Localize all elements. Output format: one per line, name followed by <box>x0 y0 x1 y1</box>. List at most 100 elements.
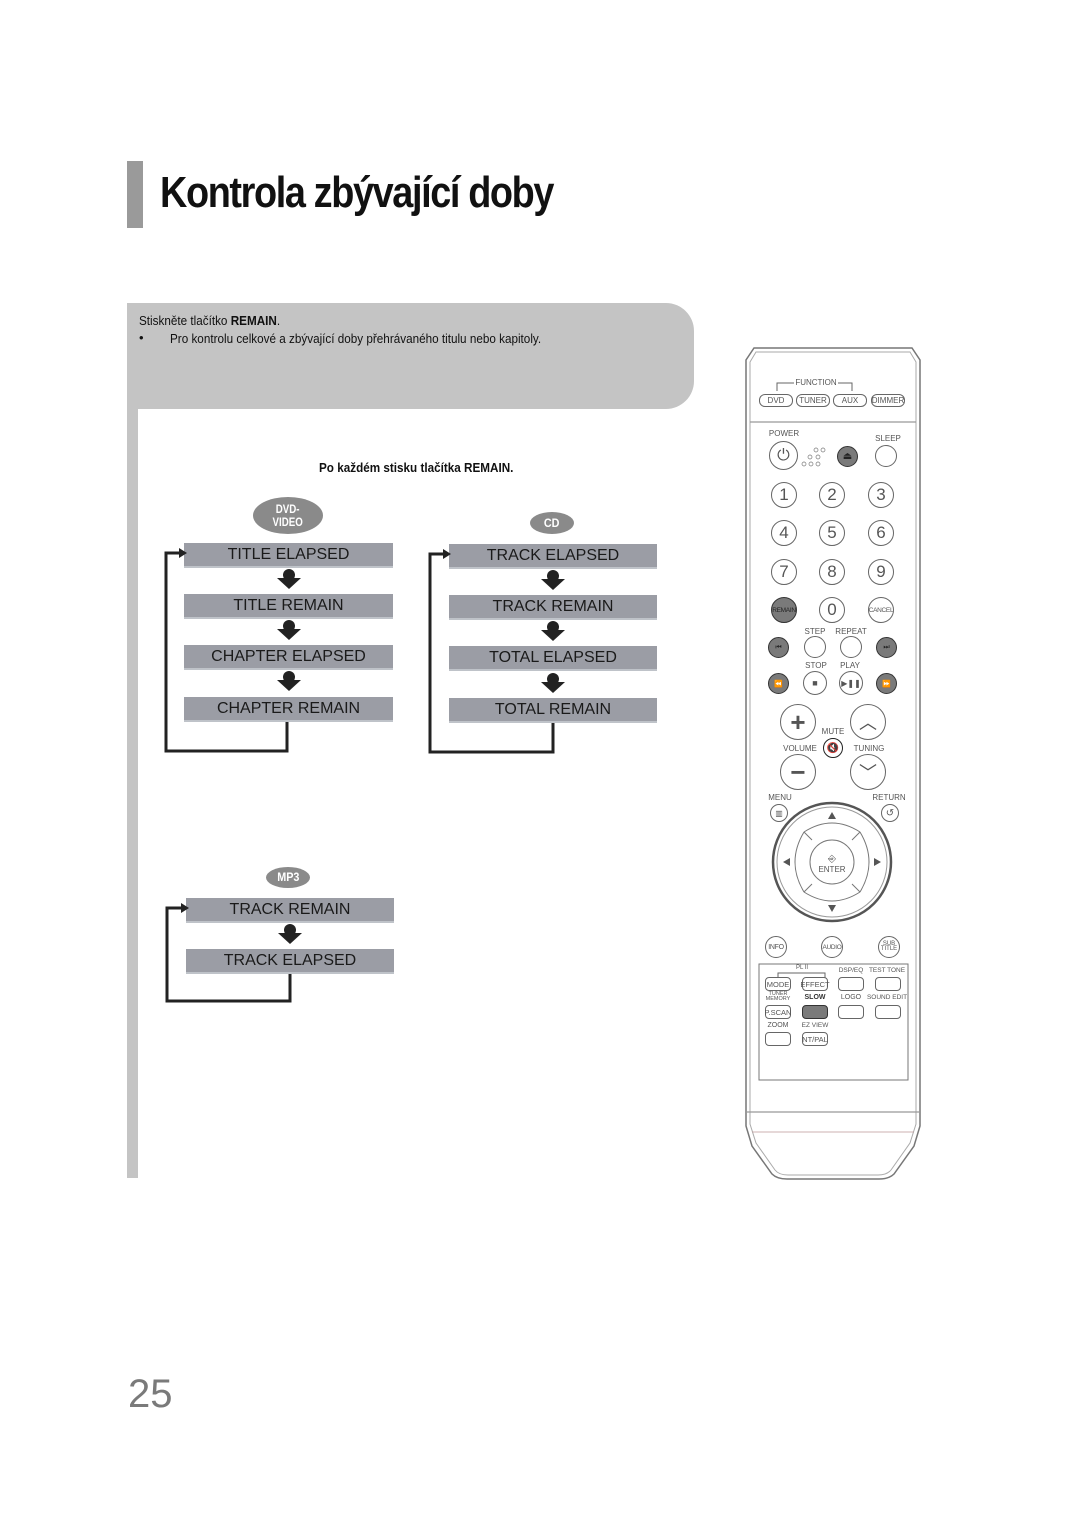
eject-button[interactable]: ⏏ <box>837 446 858 467</box>
dvd-function-button[interactable]: DVD <box>759 394 793 407</box>
play-label: PLAY <box>840 661 860 670</box>
test-tone-button[interactable] <box>875 977 901 991</box>
rewind-icon: ⏪ <box>774 680 783 688</box>
flow-step: TRACK ELAPSED <box>449 544 657 569</box>
effect-label: EFFECT <box>800 979 830 989</box>
flow-step: TOTAL ELAPSED <box>449 646 657 671</box>
step-prefix: Stiskněte tlačítko <box>139 313 231 328</box>
menu-button[interactable]: ▥ <box>770 804 788 822</box>
sound-edit-label: SOUND EDIT <box>866 994 908 1001</box>
tuner-function-button[interactable]: TUNER <box>796 394 830 407</box>
power-icon: ⏻ <box>777 446 790 464</box>
badge-cd: CD <box>530 512 574 534</box>
number-label: 5 <box>827 523 837 542</box>
rewind-button[interactable]: ⏪ <box>768 673 789 694</box>
mode-label: MODE <box>766 979 790 989</box>
nav-down-button[interactable] <box>814 891 850 921</box>
volume-down-button[interactable]: − <box>780 754 816 790</box>
stop-label: STOP <box>805 661 827 670</box>
sound-edit-button[interactable] <box>875 1005 901 1019</box>
title-accent-bar <box>127 161 143 228</box>
flow-step: TRACK ELAPSED <box>186 949 394 974</box>
number-label: 1 <box>779 485 789 504</box>
skip-forward-icon: ⏭ <box>883 643 890 651</box>
aux-function-button[interactable]: AUX <box>833 394 867 407</box>
subtitle-button[interactable]: SUB TITLE <box>878 936 900 958</box>
number-1-button[interactable]: 1 <box>771 482 797 508</box>
tuning-label: TUNING <box>853 744 885 753</box>
badge-dvd-video: DVD- VIDEO <box>253 497 323 534</box>
number-3-button[interactable]: 3 <box>868 482 894 508</box>
eject-icon: ⏏ <box>842 451 853 462</box>
test-tone-label: TEST TONE <box>868 967 906 974</box>
slow-button[interactable] <box>802 1005 828 1019</box>
number-2-button[interactable]: 2 <box>819 482 845 508</box>
sleep-button[interactable] <box>875 445 897 467</box>
play-pause-button[interactable]: ▶❚❚ <box>839 671 863 695</box>
number-5-button[interactable]: 5 <box>819 520 845 546</box>
tuning-up-button[interactable]: ︿ <box>850 704 886 740</box>
nav-left-button[interactable] <box>776 844 806 880</box>
enter-label: ENTER <box>818 865 846 874</box>
diagram-heading: Po každém stisku tlačítka REMAIN. <box>319 460 514 475</box>
skip-forward-button[interactable]: ⏭ <box>876 637 897 658</box>
nt-pal-label: NT/PAL <box>802 1034 828 1044</box>
dimmer-button[interactable]: DIMMER <box>871 394 905 407</box>
remain-button[interactable]: REMAIN <box>771 597 797 623</box>
repeat-button[interactable] <box>840 636 862 658</box>
nt-pal-button[interactable]: NT/PAL <box>802 1032 828 1046</box>
pl2-label: PL II <box>795 965 809 971</box>
sleep-label: SLEEP <box>875 434 901 443</box>
number-label: 8 <box>827 562 837 581</box>
pscan-button[interactable]: P.SCAN <box>765 1005 791 1019</box>
chevron-down-icon: ﹀ <box>859 763 877 783</box>
badge-mp3: MP3 <box>266 867 310 888</box>
mute-icon: 🔇 <box>826 742 840 754</box>
info-button[interactable]: INFO <box>765 936 787 958</box>
number-label: 0 <box>827 600 837 619</box>
return-button[interactable]: ↺ <box>881 804 899 822</box>
audio-button[interactable]: AUDIO <box>821 936 843 958</box>
effect-button[interactable]: EFFECT <box>800 977 830 991</box>
tuning-down-button[interactable]: ﹀ <box>850 754 886 790</box>
enter-button[interactable]: ⎆ ENTER <box>814 850 850 878</box>
nav-right-button[interactable] <box>859 844 889 880</box>
page-number: 25 <box>128 1372 173 1416</box>
zoom-button[interactable] <box>765 1032 791 1046</box>
number-6-button[interactable]: 6 <box>868 520 894 546</box>
stop-button[interactable]: ■ <box>803 671 827 695</box>
number-9-button[interactable]: 9 <box>868 559 894 585</box>
number-0-button[interactable]: 0 <box>819 597 845 623</box>
step-button[interactable] <box>804 636 826 658</box>
number-8-button[interactable]: 8 <box>819 559 845 585</box>
number-label: 2 <box>827 485 837 504</box>
number-4-button[interactable]: 4 <box>771 520 797 546</box>
remote-body-outline <box>745 347 921 1180</box>
mode-button[interactable]: MODE <box>765 977 791 991</box>
instruction-bullet-text: Pro kontrolu celkové a zbývající doby př… <box>170 331 542 346</box>
down-arrow-icon <box>277 671 301 691</box>
down-arrow-icon <box>278 924 302 944</box>
skip-back-button[interactable]: ⏮ <box>768 637 789 658</box>
number-label: 7 <box>779 562 789 581</box>
badge-cd-text: CD <box>544 515 560 530</box>
slow-label: SLOW <box>804 994 826 1001</box>
number-7-button[interactable]: 7 <box>771 559 797 585</box>
step-label: STEP <box>804 627 826 636</box>
flow-step: TRACK REMAIN <box>449 595 657 620</box>
power-button[interactable]: ⏻ <box>769 441 798 470</box>
nav-up-button[interactable] <box>814 804 850 834</box>
flow-step: TITLE ELAPSED <box>184 543 393 568</box>
volume-up-button[interactable]: + <box>780 704 816 740</box>
cancel-button[interactable]: CANCEL <box>868 597 894 623</box>
dsp-eq-button[interactable] <box>838 977 864 991</box>
flow-step: TITLE REMAIN <box>184 594 393 619</box>
return-icon: ↺ <box>885 807 895 819</box>
down-arrow-icon <box>277 620 301 640</box>
mute-label: MUTE <box>821 727 845 736</box>
down-arrow-icon <box>277 569 301 589</box>
fast-forward-button[interactable]: ⏩ <box>876 673 897 694</box>
logo-button[interactable] <box>838 1005 864 1019</box>
mute-button[interactable]: 🔇 <box>823 738 843 758</box>
play-pause-icon: ▶❚❚ <box>841 678 861 688</box>
